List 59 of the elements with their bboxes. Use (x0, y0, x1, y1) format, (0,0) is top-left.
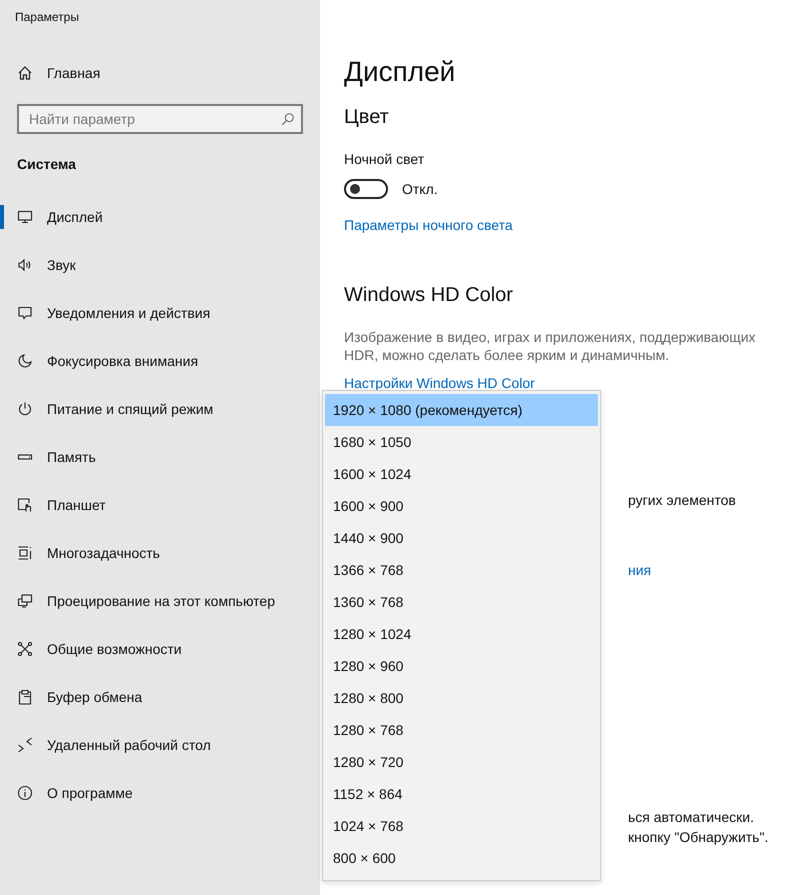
dropdown-option[interactable]: 800 × 600 (325, 842, 598, 874)
dropdown-option[interactable]: 1152 × 864 (325, 778, 598, 810)
sidebar-item[interactable]: Дисплей (0, 193, 320, 241)
page-title: Дисплей (344, 55, 456, 89)
dropdown-option[interactable]: 1280 × 1024 (325, 618, 598, 650)
search-icon (281, 112, 295, 126)
tablet-icon (17, 497, 33, 513)
monitor-icon (17, 209, 33, 225)
home-link[interactable]: Главная (0, 42, 320, 104)
sidebar-item[interactable]: Звук (0, 241, 320, 289)
dropdown-option[interactable]: 1920 × 1080 (рекомендуется) (325, 394, 598, 426)
section-heading: Цвет (344, 105, 390, 130)
setting-label: Ночной свет (344, 150, 426, 168)
dropdown-option[interactable]: 1280 × 720 (325, 746, 598, 778)
info-icon (17, 785, 33, 801)
section-heading: Система (16, 155, 77, 174)
window-title: Параметры (14, 9, 80, 26)
settings-link[interactable]: Параметры ночного света (344, 217, 513, 233)
sidebar-item[interactable]: Питание и спящий режим (0, 385, 320, 433)
clipboard-icon (17, 689, 33, 705)
description-text: Изображение в видео, играх и приложениях, поддерживающих HDR, можно сделать более ярким и динамичным. (344, 328, 757, 364)
sidebar-item[interactable]: Память (0, 433, 320, 481)
section-heading: Windows HD Color (344, 283, 514, 308)
body-text: ься автоматически. (628, 808, 754, 826)
search-field[interactable]: Найти параметр (17, 104, 303, 134)
sidebar-item[interactable]: Многозадачность (0, 529, 320, 577)
speaker-icon (17, 257, 33, 273)
network-icon (17, 641, 33, 657)
dropdown-option[interactable]: 1280 × 960 (325, 650, 598, 682)
body-text: ругих элементов (628, 491, 736, 509)
sidebar-item[interactable]: Буфер обмена (0, 673, 320, 721)
dropdown-option[interactable]: 1280 × 800 (325, 682, 598, 714)
dropdown-option[interactable]: 1680 × 1050 (325, 426, 598, 458)
home-icon (17, 65, 33, 81)
power-icon (17, 401, 33, 417)
toggle-switch[interactable] (344, 179, 388, 199)
dropdown-option[interactable]: 1366 × 768 (325, 554, 598, 586)
projector-icon (17, 593, 33, 609)
settings-link[interactable]: Настройки Windows HD Color (344, 375, 535, 391)
sidebar-item[interactable]: О программе (0, 769, 320, 817)
toggle-state: Откл. (402, 181, 438, 197)
sidebar-item[interactable]: Общие возможности (0, 625, 320, 673)
dropdown-option[interactable]: 1024 × 768 (325, 810, 598, 842)
multitask-icon (17, 545, 33, 561)
remote-icon (17, 737, 33, 753)
settings-link[interactable]: ния (628, 561, 652, 579)
message-icon (17, 305, 33, 321)
sidebar-item[interactable]: Проецирование на этот компьютер (0, 577, 320, 625)
sidebar-item[interactable]: Уведомления и действия (0, 289, 320, 337)
dropdown-option[interactable]: 1280 × 768 (325, 714, 598, 746)
dropdown-option[interactable]: 1600 × 900 (325, 490, 598, 522)
sidebar-item[interactable]: Планшет (0, 481, 320, 529)
moon-icon (17, 353, 33, 369)
body-text: кнопку "Обнаружить". (628, 828, 768, 846)
sidebar-item[interactable]: Удаленный рабочий стол (0, 721, 320, 769)
sidebar-item[interactable]: Фокусировка внимания (0, 337, 320, 385)
dropdown-option[interactable]: 1440 × 900 (325, 522, 598, 554)
dropdown-option[interactable]: 1360 × 768 (325, 586, 598, 618)
dropdown-option[interactable]: 1600 × 1024 (325, 458, 598, 490)
